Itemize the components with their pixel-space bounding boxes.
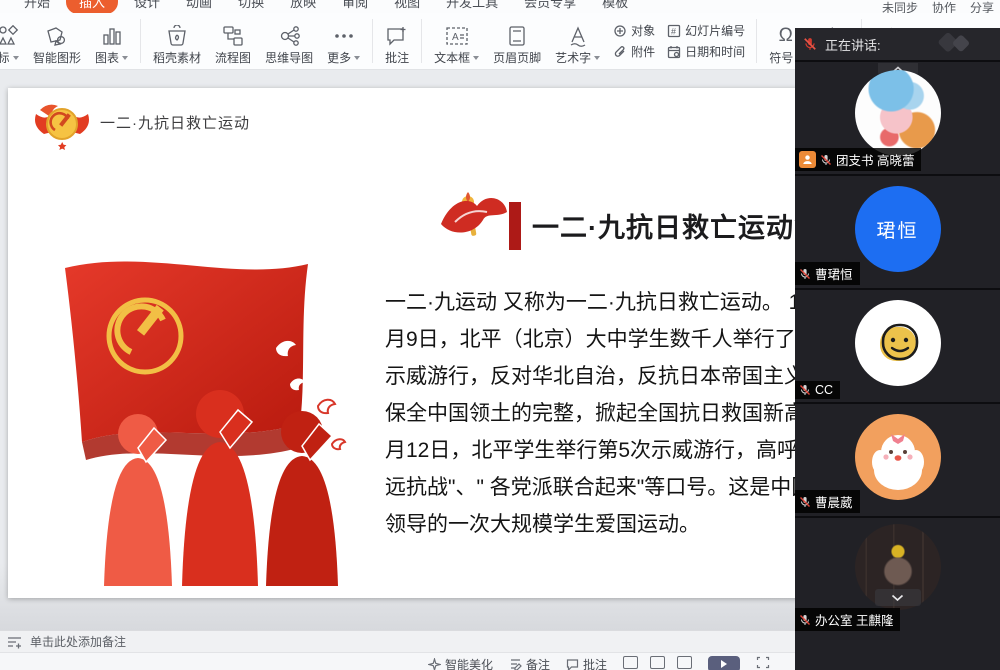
textbox-button[interactable]: A 文本框 — [427, 16, 486, 66]
status-notes-icon — [509, 658, 522, 670]
smart-graphic-icon — [45, 23, 69, 49]
slide-number-button[interactable]: # 幻灯片编号 — [667, 22, 745, 39]
play-slideshow-button[interactable] — [708, 656, 740, 670]
more-dots-icon — [333, 23, 355, 49]
participant-nametag: 团支书 高晓蕾 — [795, 148, 921, 171]
collaborate-button[interactable]: 协作 — [932, 0, 956, 13]
notes-icon — [7, 635, 22, 649]
speaking-label: 正在讲话: — [825, 35, 881, 54]
tab-view[interactable]: 视图 — [384, 0, 430, 13]
notes-placeholder: 单击此处添加备注 — [30, 633, 126, 650]
party-emblem-icon[interactable] — [30, 100, 94, 156]
application-window: 开始 插入 设计 动画 切换 放映 审阅 视图 开发工具 会员专享 模板 未同步… — [0, 0, 1000, 670]
sync-status-button[interactable]: 未同步 — [882, 0, 918, 13]
mic-muted-icon — [799, 614, 811, 626]
mic-muted-icon — [820, 154, 832, 166]
svg-text:A: A — [452, 32, 459, 43]
participant-name: 办公室 王麒隆 — [815, 610, 893, 629]
participant-nametag: 曹珺恒 — [795, 262, 860, 285]
fit-window-icon[interactable] — [756, 656, 770, 669]
status-comment-button[interactable]: 批注 — [566, 656, 607, 670]
mic-muted-icon — [799, 268, 811, 280]
daoke-assets-button[interactable]: 稻壳素材 — [146, 16, 208, 66]
object-button[interactable]: 对象 — [613, 22, 655, 39]
beautify-icon — [428, 658, 441, 670]
participant-tile-2[interactable]: 珺恒 曹珺恒 — [795, 176, 1000, 288]
reading-view-button[interactable] — [677, 656, 692, 669]
section-title-bar — [509, 202, 521, 250]
sorter-view-button[interactable] — [650, 656, 665, 669]
mic-muted-icon — [803, 37, 817, 51]
avatar-smiley — [855, 300, 941, 386]
mindmap-button[interactable]: 思维导图 — [258, 16, 320, 66]
participant-name: 团支书 高晓蕾 — [836, 150, 914, 169]
smart-beautify-button[interactable]: 智能美化 — [428, 656, 493, 670]
comment-bubble-icon — [385, 23, 409, 49]
status-notes-button[interactable]: 备注 — [509, 656, 550, 670]
smart-graphic-button[interactable]: 智能图形 — [26, 16, 88, 66]
tab-animation[interactable]: 动画 — [176, 0, 222, 13]
wordart-icon — [567, 23, 589, 49]
flag-illustration[interactable] — [50, 256, 390, 586]
tab-transition[interactable]: 切换 — [228, 0, 274, 13]
tab-insert[interactable]: 插入 — [66, 0, 118, 13]
header-footer-button[interactable]: 页眉页脚 — [486, 16, 548, 66]
daoke-bucket-icon — [165, 23, 189, 49]
participant-nametag: 曹晨葳 — [795, 490, 860, 513]
textbox-icon: A — [445, 23, 469, 49]
tab-design[interactable]: 设计 — [124, 0, 170, 13]
participant-name: 曹珺恒 — [815, 264, 853, 283]
mic-muted-icon — [799, 496, 811, 508]
status-comment-icon — [566, 658, 579, 670]
insert-icon-button[interactable]: 标 — [0, 16, 26, 66]
shapes-icon — [0, 23, 19, 49]
more-button[interactable]: 更多 — [320, 16, 367, 66]
participant-nametag: CC — [795, 381, 840, 399]
flowchart-button[interactable]: 流程图 — [208, 16, 258, 66]
chart-button[interactable]: 图表 — [88, 16, 135, 66]
wordart-button[interactable]: 艺术字 — [548, 16, 607, 66]
avatar-initials: 珺恒 — [855, 186, 941, 272]
tab-review[interactable]: 审阅 — [332, 0, 378, 13]
participant-name: 曹晨葳 — [815, 492, 853, 511]
slide-corner-title[interactable]: 一二·九抗日救亡运动 — [100, 112, 250, 133]
svg-text:#: # — [671, 26, 676, 36]
meeting-header[interactable]: 正在讲话: — [795, 28, 1000, 60]
attachment-button[interactable]: 附件 — [613, 43, 655, 60]
red-flag-torch-icon[interactable] — [435, 188, 511, 248]
tab-developer[interactable]: 开发工具 — [436, 0, 508, 13]
share-button[interactable]: 分享 — [970, 0, 994, 13]
datetime-button[interactable]: 日期和时间 — [667, 43, 745, 60]
avatar-puppy — [855, 414, 941, 500]
comment-button[interactable]: 批注 — [378, 16, 416, 66]
header-footer-icon — [507, 23, 527, 49]
mindmap-icon — [277, 23, 301, 49]
mic-muted-icon — [799, 384, 811, 396]
tab-home[interactable]: 开始 — [14, 0, 60, 13]
meeting-app-logo — [930, 33, 982, 57]
tab-templates[interactable]: 模板 — [592, 0, 638, 13]
participant-name: CC — [815, 383, 833, 397]
host-badge-icon — [799, 151, 816, 168]
meeting-panel: 正在讲话: 团支书 高晓蕾 珺恒 — [795, 28, 1000, 670]
participant-tile-3[interactable]: CC — [795, 290, 1000, 402]
chart-icon — [102, 23, 122, 49]
flowchart-icon — [222, 23, 244, 49]
tab-slideshow[interactable]: 放映 — [280, 0, 326, 13]
participant-nametag: 办公室 王麒隆 — [795, 608, 900, 631]
avatar-anime — [855, 70, 941, 156]
participant-tile-4[interactable]: 曹晨葳 — [795, 404, 1000, 516]
normal-view-button[interactable] — [623, 656, 638, 669]
participant-tile-5[interactable]: 办公室 王麒隆 — [795, 518, 1000, 670]
tab-membership[interactable]: 会员专享 — [514, 0, 586, 13]
participant-tile-1[interactable]: 团支书 高晓蕾 — [795, 62, 1000, 174]
scroll-more-participants-button[interactable] — [875, 589, 921, 606]
ribbon-tab-row: 开始 插入 设计 动画 切换 放映 审阅 视图 开发工具 会员专享 模板 未同步… — [0, 0, 1000, 13]
omega-symbol-icon: Ω — [779, 23, 793, 49]
